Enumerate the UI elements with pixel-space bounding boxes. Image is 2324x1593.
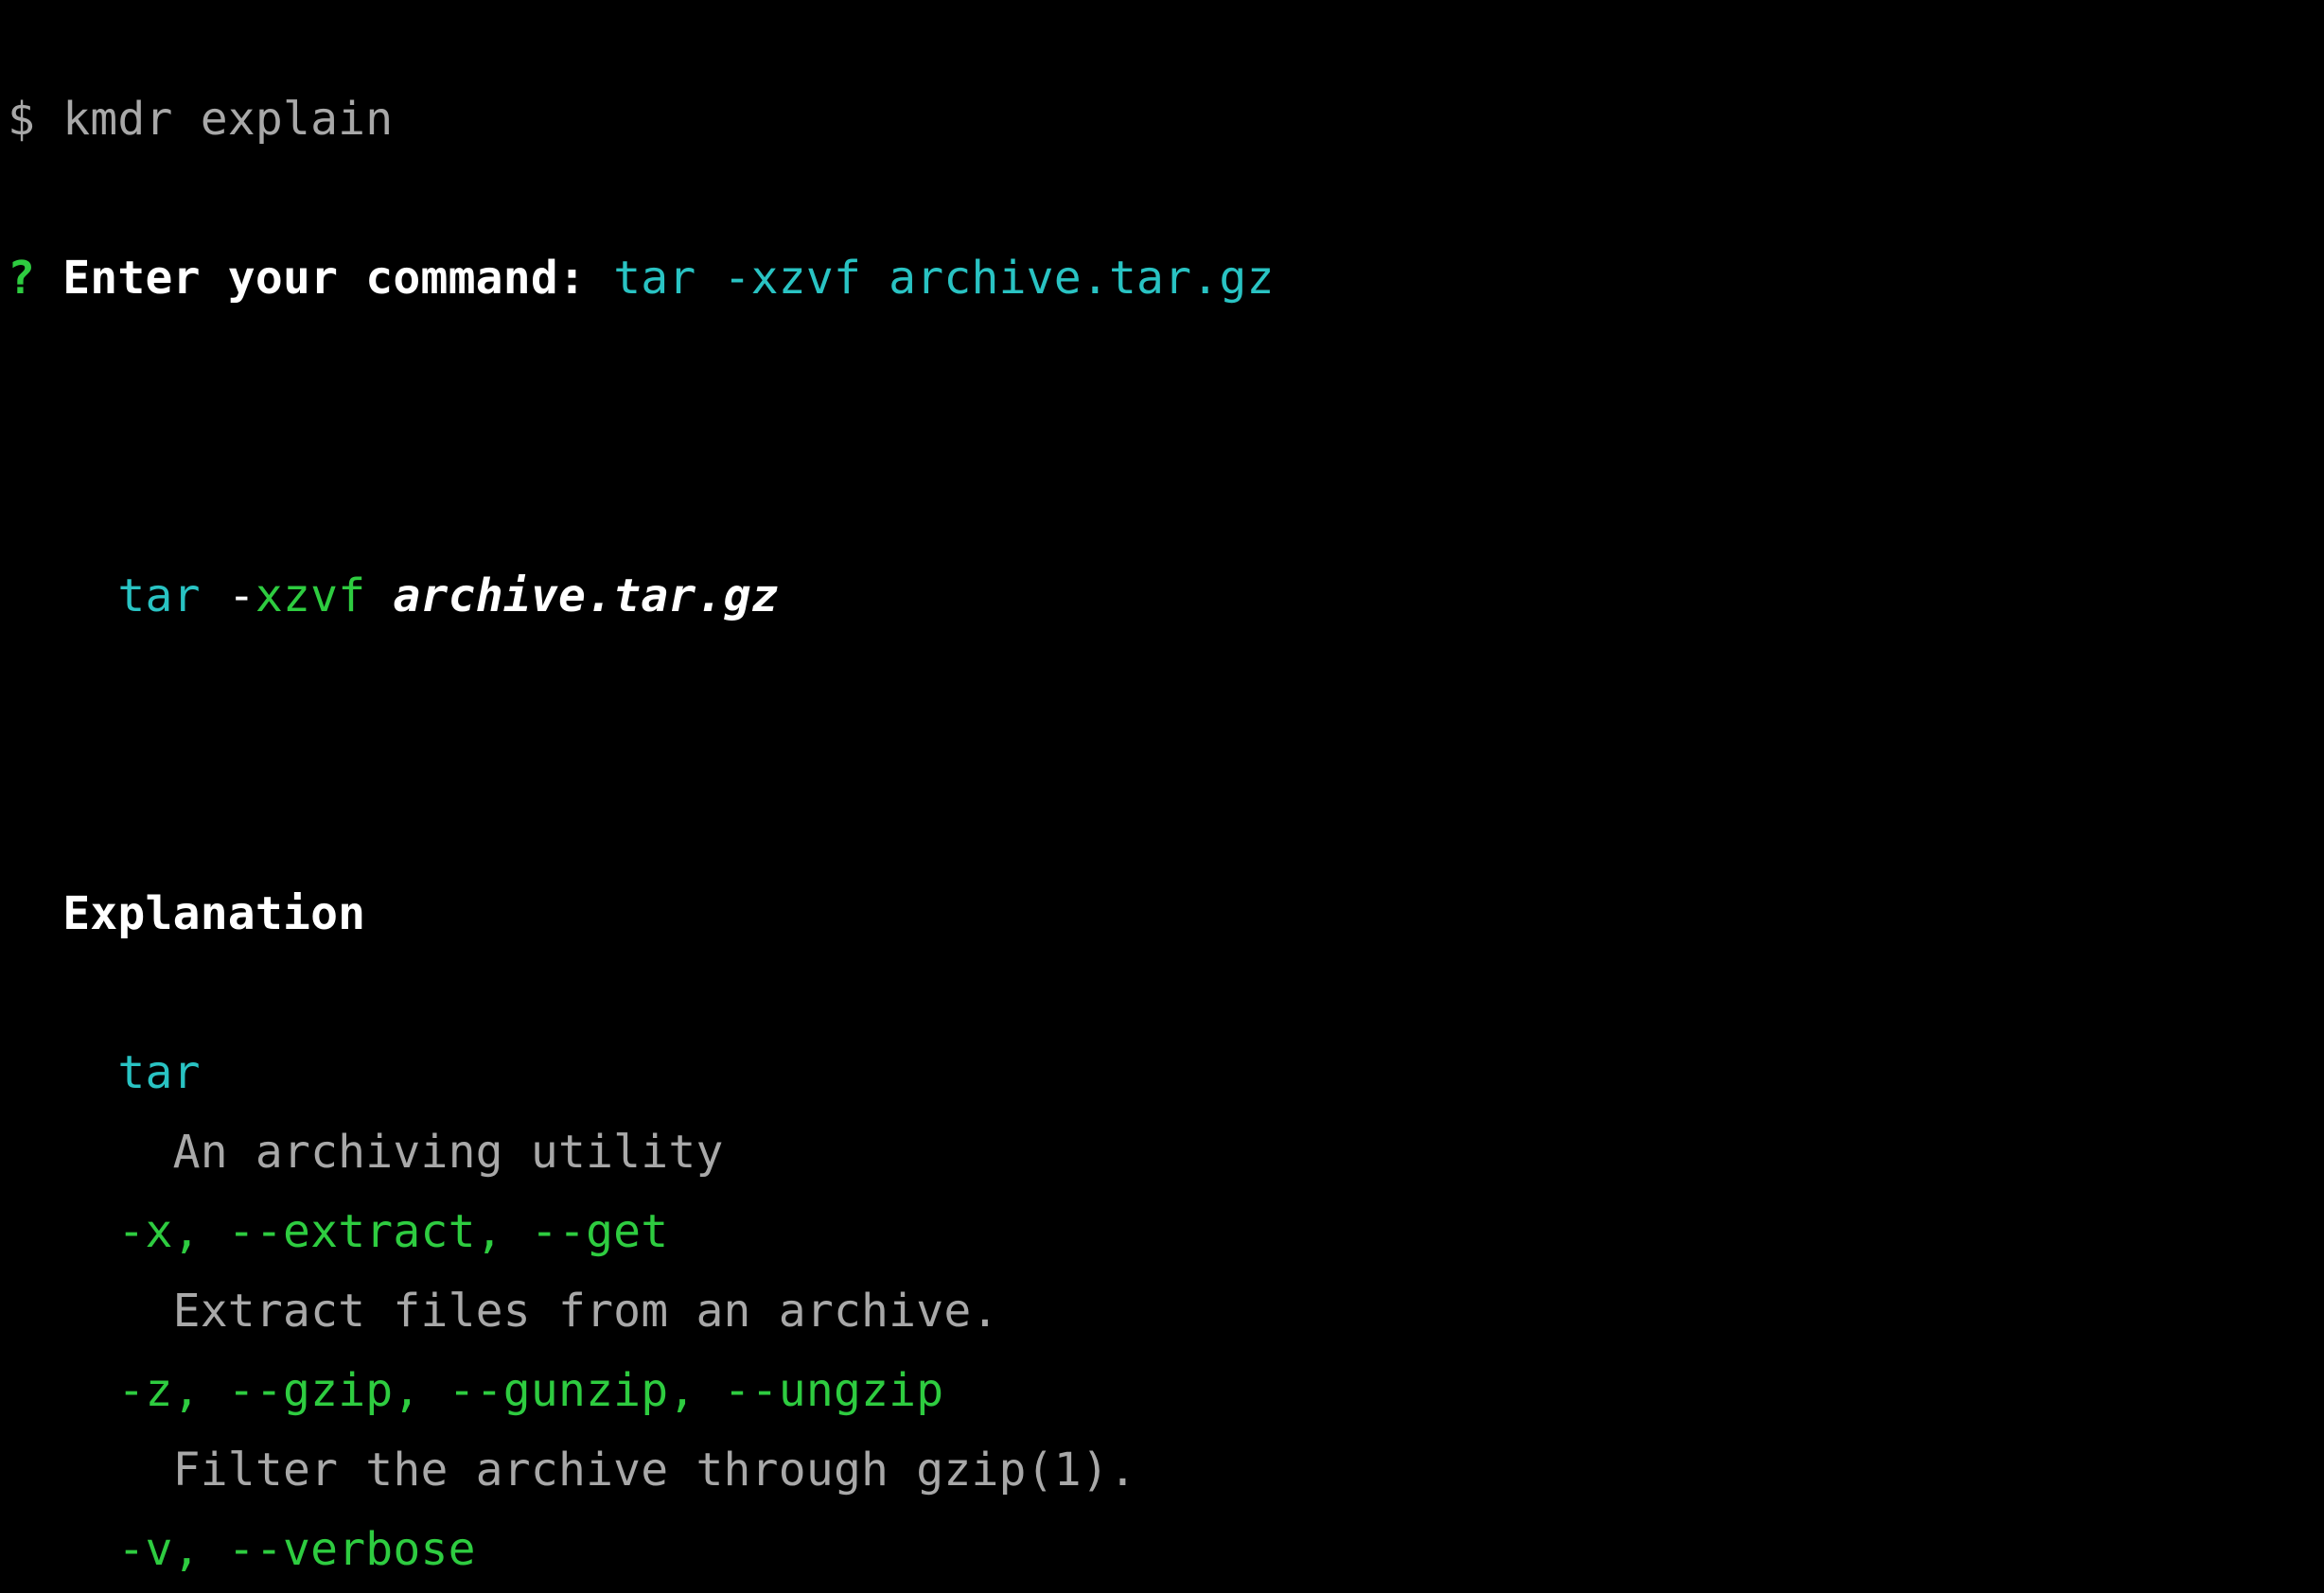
explain-token: -z, --gzip, --gunzip, --ungzip (117, 1364, 943, 1417)
explain-token-indent (8, 1523, 117, 1576)
explain-desc-indent (8, 1444, 173, 1497)
explanation-list: tar An archiving utility -x, --extract, … (8, 1033, 2316, 1593)
explain-desc: Filter the archive through gzip(1). (173, 1444, 1136, 1497)
explain-token-indent (8, 1205, 117, 1258)
explain-token-indent (8, 1364, 117, 1417)
question-mark: ? (8, 252, 35, 305)
explain-token-indent (8, 1046, 117, 1099)
echo-sp1 (201, 569, 228, 622)
explain-desc-line: Extract files from an archive. (8, 1271, 2316, 1351)
explain-token: tar (117, 1046, 200, 1099)
terminal-output: $ kmdr explain ? Enter your command: tar… (0, 0, 2324, 1593)
echo-flags: xzvf (255, 569, 365, 622)
explain-token-line: -z, --gzip, --gunzip, --ungzip (8, 1351, 2316, 1430)
explain-token: -v, --verbose (117, 1523, 475, 1576)
echo-dash: - (228, 569, 255, 622)
explain-desc-line: An archiving utility (8, 1112, 2316, 1192)
explanation-indent (8, 887, 62, 940)
explain-token-line: -v, --verbose (8, 1510, 2316, 1589)
echo-indent (8, 569, 117, 622)
echo-arg: archive.tar.gz (393, 569, 778, 622)
blank-line (8, 397, 2316, 477)
prompt-command: kmdr explain (62, 93, 393, 146)
explanation-label: Explanation (62, 887, 365, 940)
blank-line (8, 715, 2316, 795)
echo-sp2 (365, 569, 393, 622)
echo-line: tar -xzvf archive.tar.gz (8, 556, 2316, 636)
question-line: ? Enter your command: tar -xzvf archive.… (8, 238, 2316, 318)
question-input[interactable]: tar -xzvf archive.tar.gz (613, 252, 1274, 305)
explain-desc-indent (8, 1285, 173, 1338)
explain-desc-line: Filter the archive through gzip(1). (8, 1430, 2316, 1510)
explain-desc-indent (8, 1126, 173, 1179)
explain-token: -x, --extract, --get (117, 1205, 668, 1258)
explain-desc: An archiving utility (173, 1126, 724, 1179)
prompt-symbol: $ (8, 93, 62, 146)
explain-desc: Extract files from an archive. (173, 1285, 999, 1338)
explain-token-line: -x, --extract, --get (8, 1192, 2316, 1271)
explain-desc-line: Verbosely list files processed. (8, 1589, 2316, 1593)
question-label: Enter your command: (35, 252, 613, 305)
explanation-header: Explanation (8, 874, 2316, 954)
explain-token-line: tar (8, 1033, 2316, 1112)
prompt-line: $ kmdr explain (8, 79, 2316, 159)
echo-cmd: tar (117, 569, 200, 622)
